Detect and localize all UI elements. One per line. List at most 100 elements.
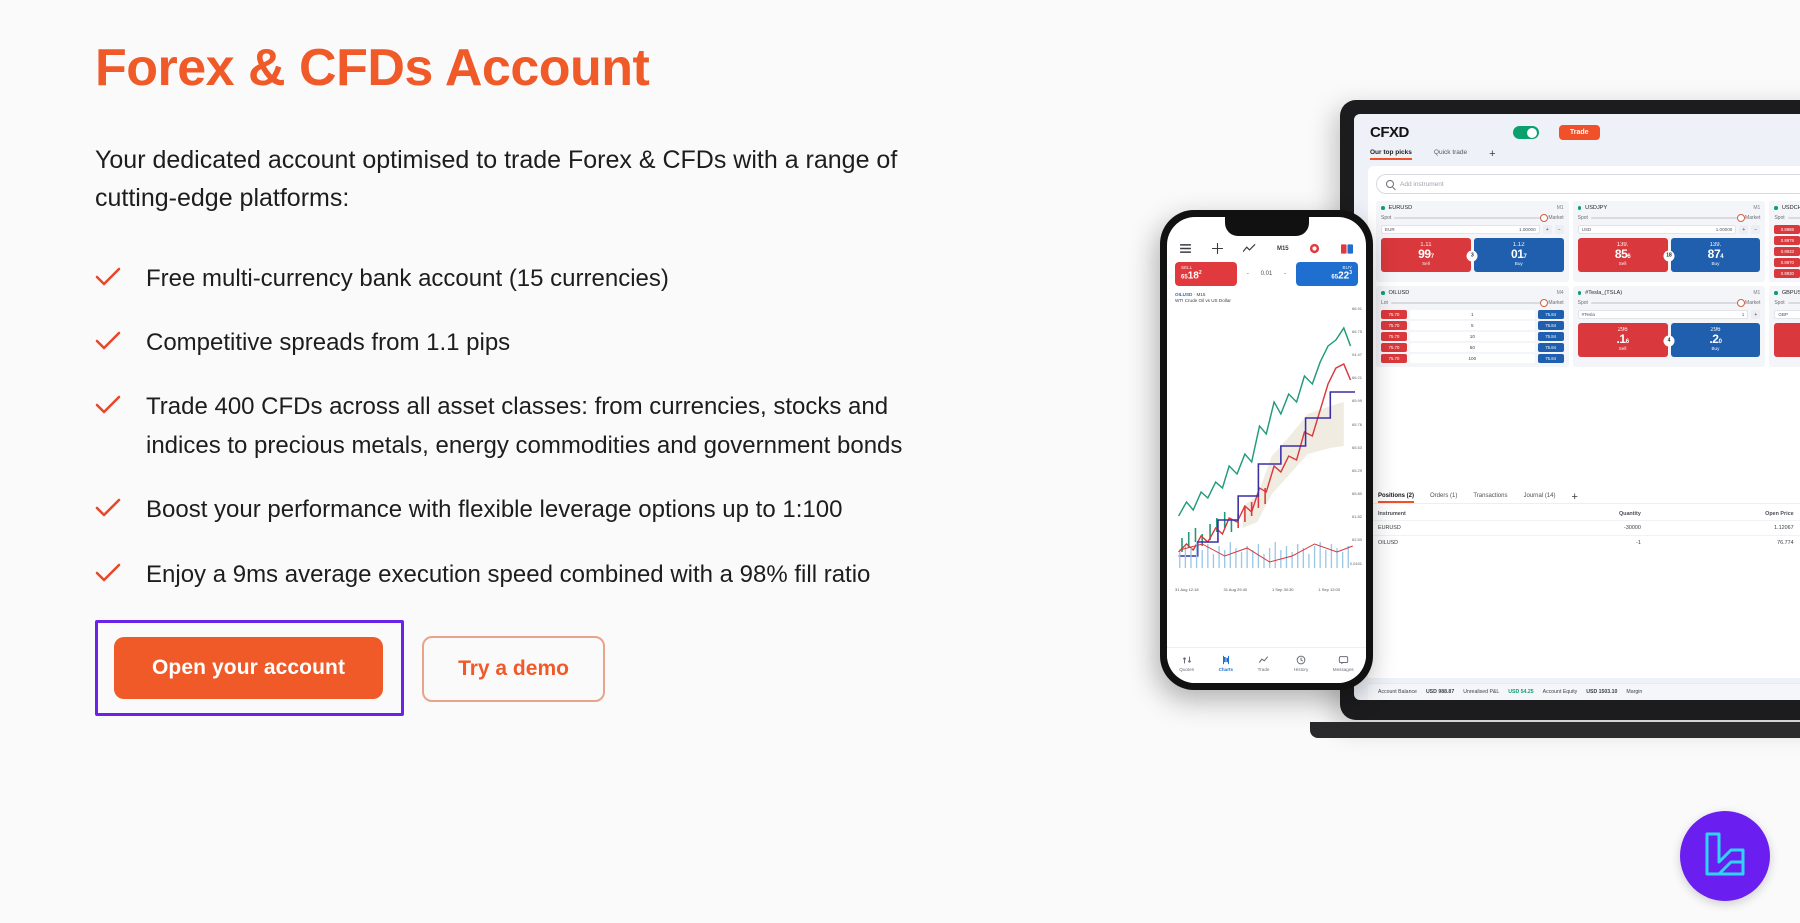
buy-price-button[interactable]: 296 .20 Buy	[1670, 323, 1761, 357]
quantity-field[interactable]: EUR 1.00000	[1381, 225, 1540, 234]
instrument-tile[interactable]: USDCHF M1 Spot Market 0.8988 1.7500	[1769, 201, 1800, 282]
lc-logo-badge[interactable]	[1680, 811, 1770, 901]
table-row[interactable]: EURUSD -30000 1.12067 +24.83	[1368, 520, 1800, 536]
ladder-buy[interactable]: 75.84	[1537, 332, 1564, 341]
platform-trade-button[interactable]: Trade	[1558, 125, 1600, 140]
tab-orders[interactable]: Orders (1)	[1430, 493, 1457, 503]
order-type-slider[interactable]: Spot Market	[1774, 300, 1800, 306]
add-tab-button[interactable]: +	[1489, 149, 1495, 160]
buy-price-pip: 7	[1523, 254, 1527, 261]
ladder-row[interactable]: 0.8970 7.00750 0.8990	[1774, 258, 1800, 267]
ladder-sell[interactable]: 75.70	[1381, 354, 1407, 363]
nav-charts[interactable]: Charts	[1219, 655, 1233, 672]
search-input[interactable]: Add instrument	[1376, 174, 1800, 194]
slider-track[interactable]	[1390, 298, 1549, 307]
crosshair-icon[interactable]	[1211, 243, 1223, 254]
order-type-slider[interactable]: Spot Market	[1774, 215, 1800, 221]
instrument-symbol: EURUSD	[1388, 205, 1413, 211]
layout-icon[interactable]	[1340, 243, 1353, 254]
slider-knob[interactable]	[1737, 213, 1746, 222]
platform-header: CFXD Trade	[1354, 114, 1800, 145]
nav-history[interactable]: History	[1294, 655, 1308, 672]
platform-mode-toggle[interactable]	[1512, 126, 1539, 139]
nav-messages[interactable]: Messages	[1333, 655, 1354, 672]
order-type-slider[interactable]: Spot Market	[1578, 298, 1760, 307]
ladder-sell[interactable]: 75.70	[1381, 343, 1407, 352]
sell-price-button[interactable]: 139. 856 Sell	[1577, 238, 1668, 272]
tab-positions[interactable]: Positions (2)	[1378, 493, 1415, 503]
instrument-tile[interactable]: OILUSD M4 Lot Market 75.70 1 75.84 75.70…	[1376, 286, 1569, 367]
quantity-field[interactable]: #Tesla 1	[1577, 310, 1749, 319]
sell-price-button[interactable]: 296 .16 Sell	[1577, 323, 1668, 357]
add-positions-tab-button[interactable]: +	[1572, 492, 1578, 503]
order-type-slider[interactable]: Lot Market	[1381, 298, 1564, 307]
ladder-buy[interactable]: 75.84	[1537, 343, 1564, 352]
sell-price-button[interactable]: 1.28 886 Sell	[1774, 323, 1800, 357]
order-type-slider[interactable]: Spot Market	[1381, 213, 1564, 222]
quantity-field[interactable]: GBP 1.00000	[1774, 310, 1800, 319]
status-dot-icon	[1381, 291, 1385, 295]
tab-transactions[interactable]: Transactions	[1473, 493, 1507, 503]
try-a-demo-button[interactable]: Try a demo	[422, 636, 605, 703]
instrument-tile[interactable]: EURUSD M1 Spot Market EUR 1.00000 + − 1.…	[1376, 201, 1569, 282]
indicators-icon[interactable]	[1243, 243, 1256, 254]
ladder-row[interactable]: 0.8930 12700750 0.8946	[1774, 269, 1800, 278]
slider-track[interactable]	[1787, 216, 1800, 220]
tab-our-top-picks[interactable]: Our top picks	[1370, 149, 1412, 160]
table-row[interactable]: OILUSD -1 76.774 -0.87	[1368, 535, 1800, 550]
slider-knob[interactable]	[1737, 298, 1746, 307]
ladder-row[interactable]: 75.70 5 75.84	[1381, 321, 1564, 330]
ladder-buy[interactable]: 75.84	[1537, 310, 1564, 319]
sell-price-button[interactable]: 1.11 997 Sell	[1381, 238, 1471, 272]
unrealised-pnl-value: USD 54.25	[1508, 689, 1534, 695]
quantity-stepper-up[interactable]: +	[1739, 225, 1749, 234]
nav-trade[interactable]: Trade	[1258, 655, 1269, 672]
slider-track[interactable]	[1394, 213, 1549, 222]
instrument-tile[interactable]: USDJPY M1 Spot Market USD 1.00000 + − 13…	[1572, 201, 1766, 282]
timeframe-selector[interactable]: M15	[1277, 246, 1289, 252]
buy-price-button[interactable]: 1.12 017 Buy	[1473, 238, 1564, 272]
ladder-sell[interactable]: 0.8970	[1774, 258, 1800, 267]
ladder-row[interactable]: 75.70 100 75.84	[1381, 354, 1564, 363]
instrument-tile[interactable]: GBPUSD M1 Spot Market GBP 1.00000	[1769, 286, 1800, 367]
slider-track[interactable]	[1787, 301, 1800, 305]
quantity-field[interactable]: USD 1.00000	[1577, 225, 1737, 234]
quantity-currency: EUR	[1385, 227, 1395, 232]
slider-knob[interactable]	[1540, 213, 1549, 222]
ladder-sell[interactable]: 0.8930	[1774, 269, 1800, 278]
slider-track[interactable]	[1590, 213, 1746, 222]
tab-quick-trade[interactable]: Quick trade	[1434, 149, 1467, 160]
ladder-buy[interactable]: 75.84	[1537, 354, 1564, 363]
tab-journal[interactable]: Journal (14)	[1523, 493, 1555, 503]
ladder-row[interactable]: 75.70 1 75.84	[1381, 310, 1564, 319]
order-type-slider[interactable]: Spot Market	[1578, 213, 1760, 222]
ladder-row[interactable]: 75.70 10 75.84	[1381, 332, 1564, 341]
mobile-buy-button[interactable]: BUY 65223	[1296, 262, 1358, 286]
quantity-stepper-up[interactable]: +	[1751, 310, 1761, 319]
nav-quotes[interactable]: Quotes	[1179, 655, 1194, 672]
ladder-row[interactable]: 0.8979 1.00750 0.8990	[1774, 236, 1800, 245]
chart-type-icon[interactable]	[1309, 243, 1320, 254]
ladder-sell[interactable]: 0.8988	[1774, 225, 1800, 234]
quantity-stepper-up[interactable]: +	[1542, 225, 1552, 234]
slider-track[interactable]	[1590, 298, 1746, 307]
ladder-buy[interactable]: 75.84	[1537, 321, 1564, 330]
ladder-sell[interactable]: 75.70	[1381, 321, 1407, 330]
instrument-tile[interactable]: #Tesla_(TSLA) M1 Spot Market #Tesla 1 + …	[1572, 286, 1766, 367]
mobile-chart[interactable]: OILUSD · M15 WTI Crude Oil vs US Dollar	[1173, 292, 1364, 592]
ladder-sell[interactable]: 75.70	[1381, 310, 1407, 319]
quantity-stepper-down[interactable]: −	[1554, 225, 1564, 234]
slider-knob[interactable]	[1540, 298, 1549, 307]
ladder-sell[interactable]: 0.8933	[1774, 247, 1800, 256]
ladder-sell[interactable]: 75.70	[1381, 332, 1407, 341]
mobile-sell-button[interactable]: SELL 65182	[1175, 262, 1237, 286]
ladder-sell[interactable]: 0.8979	[1774, 236, 1800, 245]
ladder-row[interactable]: 0.8988 1.7500 0.8990	[1774, 225, 1800, 234]
spread-badge: 18	[1663, 250, 1675, 262]
open-your-account-button[interactable]: Open your account	[114, 637, 384, 700]
buy-price-button[interactable]: 139. 874 Buy	[1670, 238, 1761, 272]
ladder-row[interactable]: 0.8933 1.55000750 0.8966	[1774, 247, 1800, 256]
quantity-stepper-down[interactable]: −	[1751, 225, 1761, 234]
ladder-row[interactable]: 75.70 50 75.84	[1381, 343, 1564, 352]
menu-icon[interactable]	[1180, 244, 1191, 253]
